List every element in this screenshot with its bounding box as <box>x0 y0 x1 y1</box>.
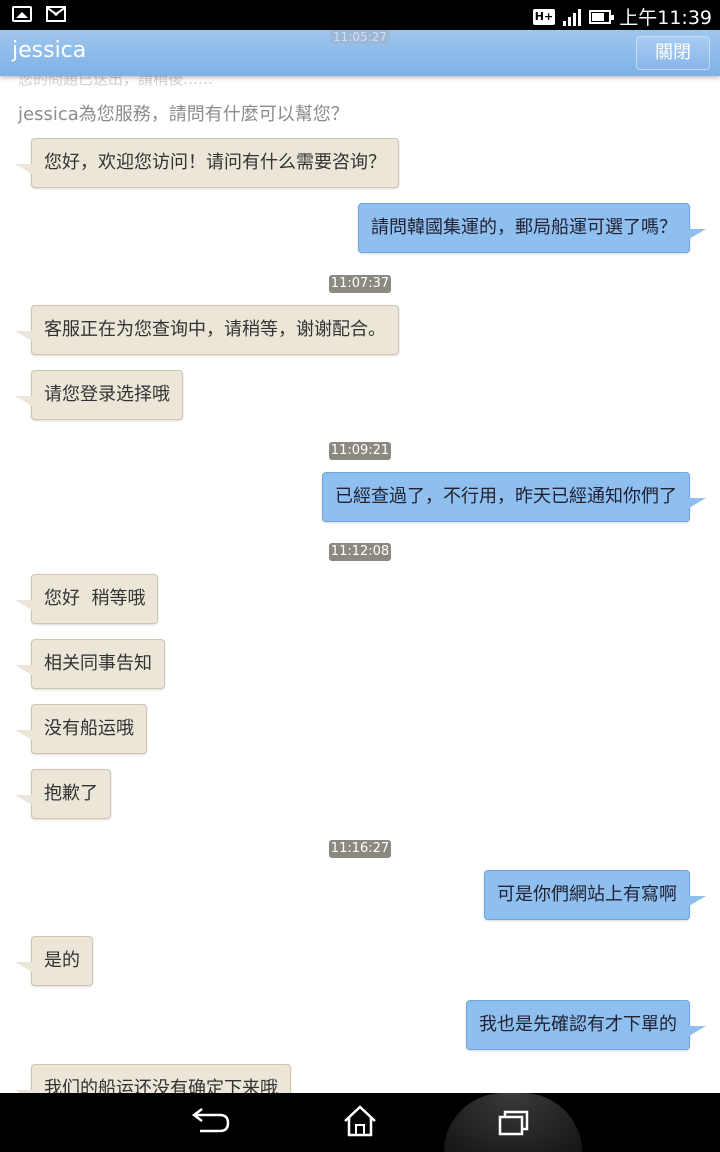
chat-area[interactable]: 您的問題已送出，請稍後…… jessica為您服務，請問有什麼可以幫您？ 您好，… <box>0 76 720 1093</box>
recent-apps-button[interactable] <box>458 1093 568 1152</box>
recent-apps-icon <box>498 1110 529 1136</box>
navigation-bar <box>0 1093 720 1152</box>
message-bubble-agent: 客服正在为您查询中，请稍等，谢谢配合。 <box>15 305 399 355</box>
message-bubble-agent: 请您登录选择哦 <box>15 370 183 420</box>
message-bubble-agent: 相关同事告知 <box>15 639 165 689</box>
scrolled-message-text: 您的問題已送出，請稍後…… <box>18 76 214 88</box>
status-bar: H+ 上午11:39 <box>0 0 720 30</box>
signal-icon <box>563 8 582 26</box>
message-bubble-agent: 抱歉了 <box>15 769 111 819</box>
message-bubble-user: 已經查過了，不行用，昨天已經通知你們了 <box>322 472 706 522</box>
message-bubble-user: 可是你們網站上有寫啊 <box>484 870 706 920</box>
message-bubble-agent: 是的 <box>15 936 93 986</box>
message-bubble-agent: 没有船运哦 <box>15 704 147 754</box>
message-bubble-agent: 我们的船运还没有确定下来哦 <box>15 1064 291 1093</box>
status-time: 上午11:39 <box>619 7 712 29</box>
image-notification-icon <box>12 6 32 22</box>
message-bubble-user: 請問韓國集運的，郵局船運可選了嗎？ <box>358 203 706 253</box>
timestamp: 11:09:21 <box>329 442 391 460</box>
battery-icon <box>589 9 615 24</box>
back-icon <box>191 1108 230 1133</box>
home-icon <box>344 1105 376 1137</box>
chat-title: jessica <box>12 38 87 63</box>
peek-timestamp: 11:05:27 <box>330 30 390 44</box>
home-button[interactable] <box>305 1093 415 1152</box>
timestamp: 11:07:37 <box>329 275 391 293</box>
hplus-network-icon: H+ <box>532 8 556 25</box>
timestamp: 11:16:27 <box>329 840 391 858</box>
message-bubble-agent: 您好，欢迎您访问！请问有什么需要咨询？ <box>15 138 399 188</box>
timestamp: 11:12:08 <box>329 543 391 561</box>
message-bubble-agent: 您好 稍等哦 <box>14 574 159 624</box>
close-button[interactable]: 關閉 <box>636 36 710 70</box>
mail-icon <box>46 6 66 22</box>
back-button[interactable] <box>152 1093 262 1152</box>
message-bubble-user: 我也是先確認有才下單的 <box>466 1000 706 1050</box>
welcome-message: jessica為您服務，請問有什麼可以幫您？ <box>18 104 349 125</box>
